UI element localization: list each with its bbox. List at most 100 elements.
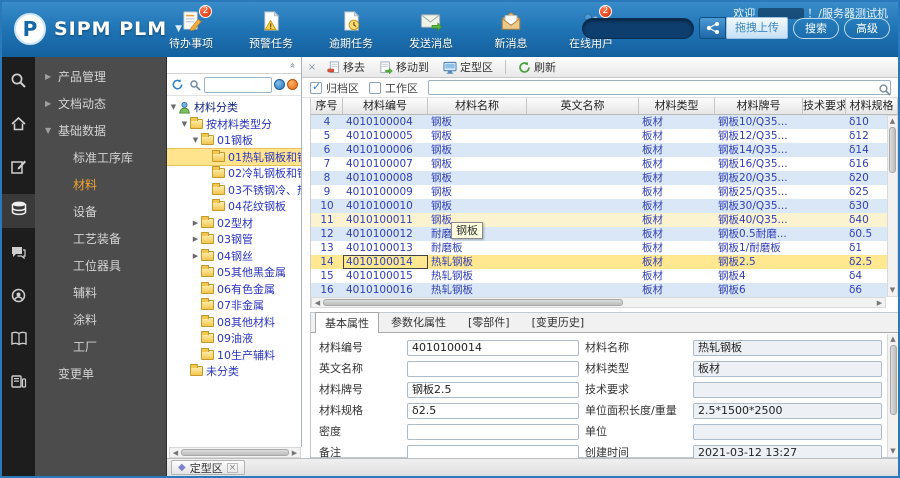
rail-button-home[interactable] bbox=[2, 108, 35, 142]
cell-no[interactable]: 11 bbox=[311, 213, 343, 227]
cell-name[interactable]: 钢板 bbox=[428, 115, 527, 129]
tree-node-04钢丝[interactable]: ▶ 04钢丝 bbox=[167, 248, 301, 265]
cell-type[interactable]: 板材 bbox=[639, 241, 715, 255]
nav-item-工位器具[interactable]: 工位器具 bbox=[35, 252, 166, 279]
scroll-thumb[interactable] bbox=[323, 299, 623, 306]
checkbox-归档区[interactable] bbox=[310, 80, 322, 94]
tree-arrow-icon[interactable]: ▶ bbox=[191, 219, 200, 227]
cell-grade[interactable]: 钢板40/Q35... bbox=[715, 213, 803, 227]
table-vertical-scrollbar[interactable]: ▲ ▼ bbox=[887, 115, 898, 297]
nav-item-基础数据[interactable]: ▼ 基础数据 bbox=[35, 117, 166, 144]
cell-name[interactable]: 耐磨板 bbox=[428, 241, 527, 255]
cell-code[interactable]: 4010100011 bbox=[343, 213, 428, 227]
tree-arrow-icon[interactable]: ▼ bbox=[191, 136, 200, 144]
cell-tech[interactable] bbox=[803, 143, 846, 157]
scroll-left-icon[interactable]: ◀ bbox=[312, 299, 323, 307]
cell-code[interactable]: 4010100014 bbox=[343, 255, 428, 269]
cell-type[interactable]: 板材 bbox=[639, 129, 715, 143]
cell-tech[interactable] bbox=[803, 227, 846, 241]
cell-name[interactable]: 钢板 bbox=[428, 143, 527, 157]
tab-[零部件][interactable]: [零部件] bbox=[458, 311, 520, 332]
nav-item-标准工序库[interactable]: 标准工序库 bbox=[35, 144, 166, 171]
status-tab-dingxingqu[interactable]: ◆ 定型区 × bbox=[171, 460, 246, 475]
rail-button-chat[interactable] bbox=[2, 237, 35, 271]
cell-no[interactable]: 13 bbox=[311, 241, 343, 255]
cell-en[interactable] bbox=[527, 269, 639, 283]
cell-tech[interactable] bbox=[803, 199, 846, 213]
field-value-密度[interactable] bbox=[407, 424, 579, 440]
tree-node-01热轧钢板和钢带[interactable]: 01热轧钢板和钢带 bbox=[167, 147, 301, 166]
cell-en[interactable] bbox=[527, 143, 639, 157]
cell-type[interactable]: 板材 bbox=[639, 213, 715, 227]
tree-filter-button[interactable] bbox=[287, 79, 298, 90]
cell-grade[interactable]: 钢板25/Q35... bbox=[715, 185, 803, 199]
tab-基本属性[interactable]: 基本属性 bbox=[315, 312, 379, 333]
rail-button-device[interactable] bbox=[2, 366, 35, 400]
toolbar-item-todo[interactable]: 待办事项 2 bbox=[164, 5, 218, 51]
cell-name[interactable]: 钢板 bbox=[428, 129, 527, 143]
cell-no[interactable]: 4 bbox=[311, 115, 343, 129]
cell-tech[interactable] bbox=[803, 171, 846, 185]
scroll-left-icon[interactable]: ◀ bbox=[170, 449, 181, 457]
cell-name[interactable]: 钢板 bbox=[428, 157, 527, 171]
cell-type[interactable]: 板材 bbox=[639, 115, 715, 129]
cell-name[interactable]: 钢板 bbox=[428, 171, 527, 185]
scroll-up-icon[interactable]: ▲ bbox=[890, 116, 895, 127]
cell-type[interactable]: 板材 bbox=[639, 171, 715, 185]
table-row[interactable]: 14 4010100014 热轧钢板 板材 钢板2.5 δ2.5 bbox=[311, 255, 898, 269]
tree-node-08其他材料[interactable]: 08其他材料 bbox=[167, 314, 301, 331]
rail-button-database[interactable] bbox=[2, 194, 35, 228]
cell-no[interactable]: 7 bbox=[311, 157, 343, 171]
cell-type[interactable]: 板材 bbox=[639, 185, 715, 199]
advanced-search-button[interactable]: 高级 bbox=[844, 17, 890, 39]
tree-node-02型材[interactable]: ▶ 02型材 bbox=[167, 215, 301, 232]
panel-collapse-icon[interactable]: × bbox=[306, 62, 318, 73]
cell-name[interactable]: 热轧钢板 bbox=[428, 269, 527, 283]
cell-grade[interactable]: 钢板30/Q35... bbox=[715, 199, 803, 213]
cell-en[interactable] bbox=[527, 171, 639, 185]
search-button[interactable]: 搜索 bbox=[793, 17, 839, 39]
rail-button-edit[interactable] bbox=[2, 151, 35, 185]
cell-tech[interactable] bbox=[803, 283, 846, 297]
cell-code[interactable]: 4010100015 bbox=[343, 269, 428, 283]
cell-code[interactable]: 4010100016 bbox=[343, 283, 428, 297]
tree-node-06有色金属[interactable]: 06有色金属 bbox=[167, 281, 301, 298]
cell-en[interactable] bbox=[527, 157, 639, 171]
table-row[interactable]: 12 4010100012 耐磨板 板材 钢板0.5耐磨... δ0.5 bbox=[311, 227, 898, 241]
tree-node-材料分类[interactable]: ▼ 材料分类 bbox=[167, 99, 301, 116]
field-value-材料牌号[interactable]: 钢板2.5 bbox=[407, 382, 579, 398]
table-filter-input[interactable] bbox=[428, 80, 891, 95]
scroll-thumb[interactable] bbox=[889, 127, 896, 173]
cell-tech[interactable] bbox=[803, 213, 846, 227]
cell-en[interactable] bbox=[527, 129, 639, 143]
cell-grade[interactable]: 钢板1/耐磨板 bbox=[715, 241, 803, 255]
scroll-right-icon[interactable]: ▶ bbox=[874, 299, 885, 307]
cell-name[interactable]: 钢板 bbox=[428, 185, 527, 199]
cell-en[interactable] bbox=[527, 255, 639, 269]
tab-参数化属性[interactable]: 参数化属性 bbox=[381, 311, 456, 332]
cell-no[interactable]: 15 bbox=[311, 269, 343, 283]
cell-no[interactable]: 16 bbox=[311, 283, 343, 297]
cell-code[interactable]: 4010100013 bbox=[343, 241, 428, 255]
tree-node-09油液[interactable]: 09油液 bbox=[167, 330, 301, 347]
nav-item-文档动态[interactable]: ▶ 文档动态 bbox=[35, 90, 166, 117]
cell-grade[interactable]: 钢板0.5耐磨... bbox=[715, 227, 803, 241]
scroll-right-icon[interactable]: ▶ bbox=[289, 449, 300, 457]
cell-grade[interactable]: 钢板10/Q35... bbox=[715, 115, 803, 129]
cell-en[interactable] bbox=[527, 241, 639, 255]
table-horizontal-scrollbar[interactable]: ◀ ▶ bbox=[311, 297, 886, 308]
column-header-材料牌号[interactable]: 材料牌号 bbox=[715, 98, 803, 115]
scroll-up-icon[interactable]: ▲ bbox=[890, 334, 895, 345]
column-header-技术要求[interactable]: 技术要求 bbox=[803, 98, 846, 115]
cell-no[interactable]: 8 bbox=[311, 171, 343, 185]
tree-node-10生产辅料[interactable]: 10生产辅料 bbox=[167, 347, 301, 364]
table-row[interactable]: 15 4010100015 热轧钢板 板材 钢板4 δ4 bbox=[311, 269, 898, 283]
cell-type[interactable]: 板材 bbox=[639, 157, 715, 171]
cell-grade[interactable]: 钢板14/Q35... bbox=[715, 143, 803, 157]
tree-arrow-icon[interactable]: ▼ bbox=[169, 103, 178, 111]
nav-item-工厂[interactable]: 工厂 bbox=[35, 333, 166, 360]
cell-grade[interactable]: 钢板4 bbox=[715, 269, 803, 283]
cell-type[interactable]: 板材 bbox=[639, 199, 715, 213]
table-row[interactable]: 7 4010100007 钢板 板材 钢板16/Q35... δ16 bbox=[311, 157, 898, 171]
cell-name[interactable]: 热轧钢板 bbox=[428, 255, 527, 269]
